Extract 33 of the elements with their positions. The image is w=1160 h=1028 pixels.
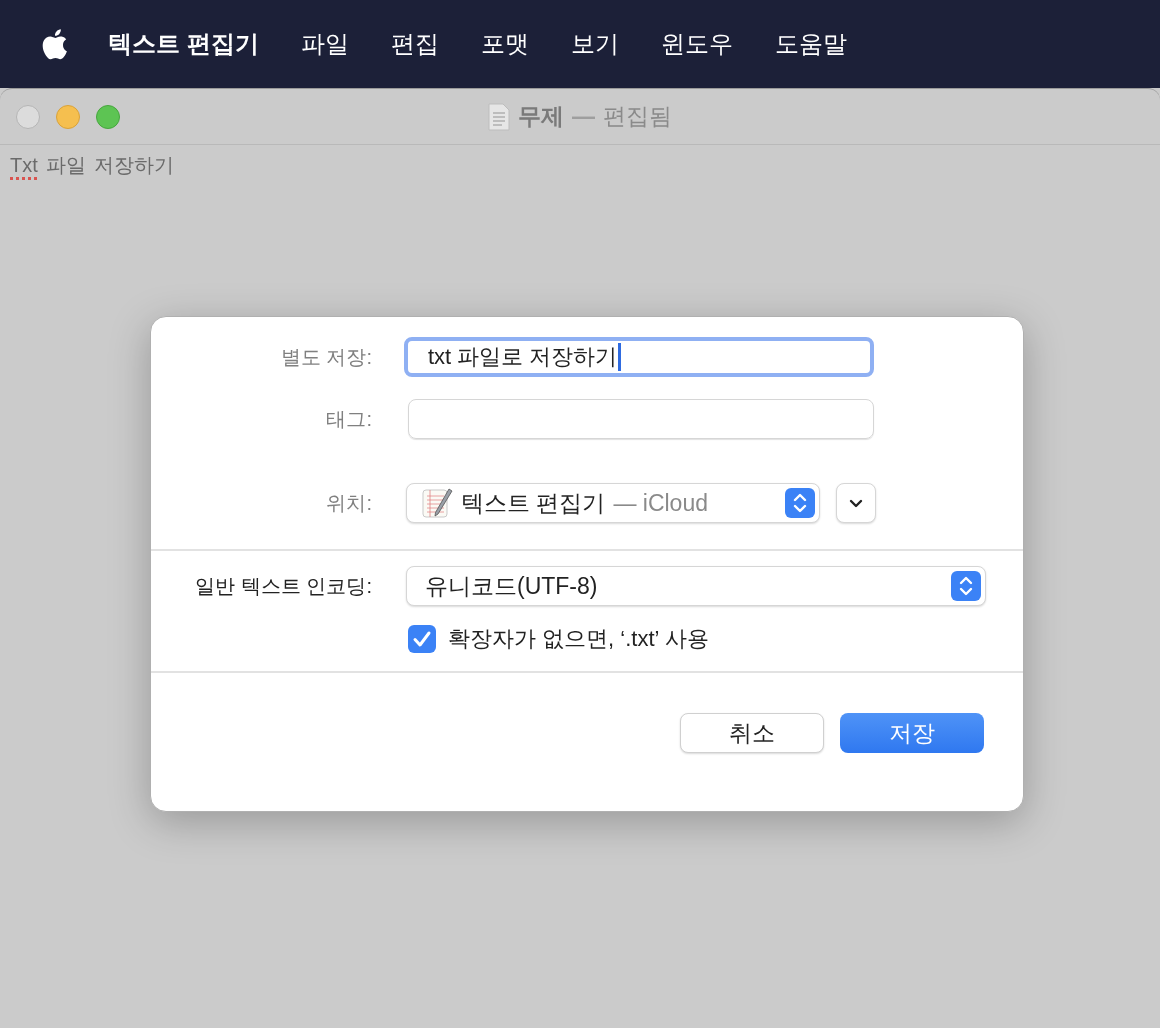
menu-item[interactable]: 도움말 [774,28,847,60]
document-text: Txt 파일 저장하기 [9,152,175,178]
notepad-icon [421,487,453,519]
chevron-down-icon [849,498,863,508]
stepper-icon [785,488,815,518]
encoding-label: 일반 텍스트 인코딩: [194,573,373,599]
tags-field[interactable] [408,399,874,439]
filename-field[interactable]: txt 파일로 저장하기 [404,337,874,377]
encoding-popup[interactable]: 유니코드(UTF-8) [406,566,986,606]
zoom-button[interactable] [96,104,120,129]
save-as-label: 별도 저장: [279,344,373,370]
menu-item[interactable]: 포맷 [480,28,529,60]
menu-item[interactable]: 보기 [570,28,619,60]
tags-label: 태그: [325,406,373,432]
close-button[interactable] [16,104,40,129]
title-separator: — [572,103,595,130]
apple-logo-icon[interactable] [40,28,68,60]
menu-item[interactable]: 편집 [390,28,439,60]
extension-checkbox[interactable] [408,625,436,653]
document-icon [488,102,510,131]
menu-item[interactable]: 파일 [300,28,349,60]
edited-status: 편집됨 [603,102,672,131]
menu-item[interactable]: 윈도우 [660,28,733,60]
location-popup[interactable]: 텍스트 편집기 — iCloud [406,483,820,523]
window-title: 무제 [518,102,564,131]
location-label: 위치: [325,490,373,516]
expand-button[interactable] [836,483,876,523]
stepper-icon [951,571,981,601]
minimize-button[interactable] [56,104,80,129]
extension-option-label: 확장자가 없으면, ‘.txt’ 사용 [448,625,709,653]
save-button[interactable]: 저장 [840,713,984,753]
cancel-button[interactable]: 취소 [680,713,824,753]
app-menu[interactable]: 텍스트 편집기 [108,28,259,60]
